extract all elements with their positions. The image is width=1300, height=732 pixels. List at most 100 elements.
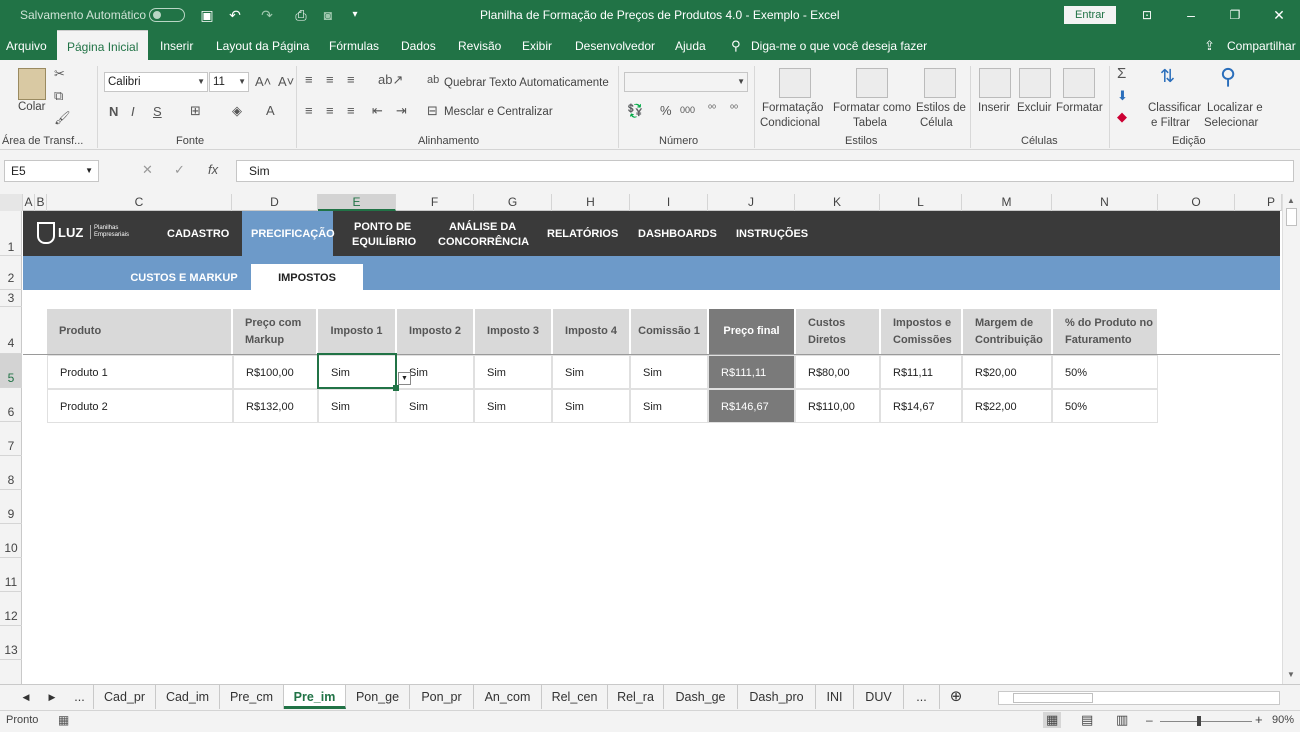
- comma-style-icon[interactable]: 000: [680, 105, 695, 115]
- table-cell[interactable]: Sim: [630, 355, 708, 389]
- column-header[interactable]: P: [1235, 194, 1282, 211]
- format-table-label-1[interactable]: Formatar como: [833, 101, 911, 116]
- table-cell[interactable]: R$100,00: [233, 355, 318, 389]
- bold-button[interactable]: N: [109, 104, 118, 119]
- nav-cadastro[interactable]: CADASTRO: [167, 227, 229, 241]
- nav-analise-label-2[interactable]: CONCORRÊNCIA: [438, 235, 529, 249]
- scroll-up-icon[interactable]: ▲: [1287, 196, 1295, 205]
- insert-cells-button[interactable]: Inserir: [978, 101, 1010, 116]
- tab-layout[interactable]: Layout da Página: [216, 30, 309, 60]
- borders-icon[interactable]: ⊞: [190, 103, 201, 119]
- table-cell[interactable]: Sim: [396, 389, 474, 423]
- row-header[interactable]: 7: [0, 422, 22, 456]
- sheet-tab[interactable]: Cad_im: [156, 685, 220, 709]
- table-cell[interactable]: R$11,11: [880, 355, 962, 389]
- find-select-label-1[interactable]: Localizar e: [1207, 101, 1263, 116]
- sheet-tab[interactable]: Pon_ge: [346, 685, 410, 709]
- cell-styles-icon[interactable]: [924, 68, 956, 98]
- tab-dados[interactable]: Dados: [401, 30, 436, 60]
- horizontal-scrollbar[interactable]: [998, 691, 1280, 705]
- format-painter-icon[interactable]: 🖌: [54, 110, 71, 126]
- column-header[interactable]: F: [396, 194, 474, 211]
- add-sheet-icon[interactable]: ⊕: [945, 685, 967, 709]
- sheet-tab[interactable]: Rel_ra: [608, 685, 664, 709]
- share-button[interactable]: Compartilhar: [1227, 30, 1296, 60]
- row-header[interactable]: 11: [0, 558, 22, 592]
- align-middle-icon[interactable]: ≡: [326, 72, 334, 87]
- scroll-thumb[interactable]: [1286, 208, 1297, 226]
- table-cell[interactable]: R$110,00: [795, 389, 880, 423]
- tab-formulas[interactable]: Fórmulas: [329, 30, 379, 60]
- save-icon[interactable]: ▣: [198, 6, 216, 24]
- sheet-tab[interactable]: INI: [816, 685, 854, 709]
- minimize-icon[interactable]: –: [1181, 5, 1201, 25]
- decrease-indent-icon[interactable]: ⇤: [372, 103, 383, 119]
- redo-icon[interactable]: ↷: [258, 6, 276, 24]
- customize-qat-icon[interactable]: ▾: [346, 6, 364, 24]
- delete-cells-icon[interactable]: [1019, 68, 1051, 98]
- cut-icon[interactable]: ✂: [54, 66, 65, 82]
- row-header[interactable]: 6: [0, 388, 22, 422]
- zoom-slider[interactable]: [1160, 721, 1252, 722]
- wrap-text-button[interactable]: Quebrar Texto Automaticamente: [444, 76, 609, 91]
- sheet-tab[interactable]: Pon_pr: [410, 685, 474, 709]
- page-break-icon[interactable]: ▥: [1116, 712, 1128, 728]
- vertical-scrollbar[interactable]: ▲ ▼: [1282, 194, 1300, 684]
- autosave-toggle[interactable]: [149, 8, 185, 22]
- validation-dropdown-icon[interactable]: ▼: [398, 372, 411, 385]
- table-cell[interactable]: Sim: [552, 389, 630, 423]
- column-header-selected[interactable]: E: [318, 194, 396, 211]
- align-top-icon[interactable]: ≡: [305, 72, 313, 87]
- column-header[interactable]: C: [47, 194, 232, 211]
- table-cell[interactable]: R$14,67: [880, 389, 962, 423]
- column-header[interactable]: G: [474, 194, 552, 211]
- merge-icon[interactable]: ⊟: [427, 103, 438, 119]
- copy-icon[interactable]: ⧉: [54, 88, 63, 104]
- page-layout-icon[interactable]: ▤: [1081, 712, 1093, 728]
- row-header[interactable]: 8: [0, 456, 22, 490]
- table-cell[interactable]: R$20,00: [962, 355, 1052, 389]
- scroll-down-icon[interactable]: ▼: [1287, 670, 1295, 679]
- sheet-tab-active[interactable]: Pre_im: [284, 685, 346, 709]
- align-right-icon[interactable]: ≡: [347, 103, 355, 118]
- font-name-select[interactable]: Calibri ▼: [104, 72, 208, 92]
- align-bottom-icon[interactable]: ≡: [347, 72, 355, 87]
- sort-filter-label-2[interactable]: e Filtrar: [1151, 116, 1190, 131]
- row-header[interactable]: 3: [0, 290, 22, 307]
- table-cell[interactable]: Produto 1: [47, 355, 233, 389]
- tab-inserir[interactable]: Inserir: [160, 30, 193, 60]
- underline-button[interactable]: S: [153, 104, 162, 119]
- normal-view-icon[interactable]: ▦: [1043, 712, 1062, 728]
- table-cell[interactable]: 50%: [1052, 355, 1158, 389]
- nav-ponto-label-2[interactable]: EQUILÍBRIO: [352, 235, 416, 249]
- zoom-slider-thumb[interactable]: [1197, 716, 1201, 726]
- fill-icon[interactable]: ⬇: [1117, 88, 1128, 104]
- italic-button[interactable]: I: [131, 104, 135, 119]
- table-cell[interactable]: Sim: [630, 389, 708, 423]
- sheet-tab[interactable]: Dash_pro: [738, 685, 816, 709]
- table-cell[interactable]: R$80,00: [795, 355, 880, 389]
- sheet-tab-more[interactable]: ...: [904, 685, 940, 709]
- clear-icon[interactable]: ◆: [1117, 109, 1127, 125]
- table-cell[interactable]: Sim: [318, 389, 396, 423]
- paste-icon[interactable]: [18, 68, 46, 100]
- cell-styles-label-2[interactable]: Célula: [920, 116, 953, 131]
- nav-instrucoes[interactable]: INSTRUÇÕES: [736, 227, 808, 241]
- align-left-icon[interactable]: ≡: [305, 103, 313, 118]
- table-cell[interactable]: R$132,00: [233, 389, 318, 423]
- percent-icon[interactable]: %: [660, 103, 672, 118]
- signin-button[interactable]: Entrar: [1064, 6, 1116, 24]
- insert-function-icon[interactable]: fx: [208, 162, 218, 177]
- restore-icon[interactable]: ❐: [1225, 5, 1245, 25]
- table-cell-preco-final[interactable]: R$111,11: [708, 355, 795, 389]
- align-center-icon[interactable]: ≡: [326, 103, 334, 118]
- merge-center-button[interactable]: Mesclar e Centralizar: [444, 105, 553, 120]
- sort-filter-label-1[interactable]: Classificar: [1148, 101, 1201, 116]
- zoom-in-icon[interactable]: +: [1255, 712, 1263, 727]
- font-size-select[interactable]: 11 ▼: [209, 72, 249, 92]
- fill-handle[interactable]: [393, 385, 399, 391]
- decrease-decimal-icon[interactable]: ⁰⁰: [730, 104, 738, 115]
- column-header[interactable]: J: [708, 194, 795, 211]
- format-table-label-2[interactable]: Tabela: [853, 116, 887, 131]
- font-color-icon[interactable]: A: [266, 103, 275, 118]
